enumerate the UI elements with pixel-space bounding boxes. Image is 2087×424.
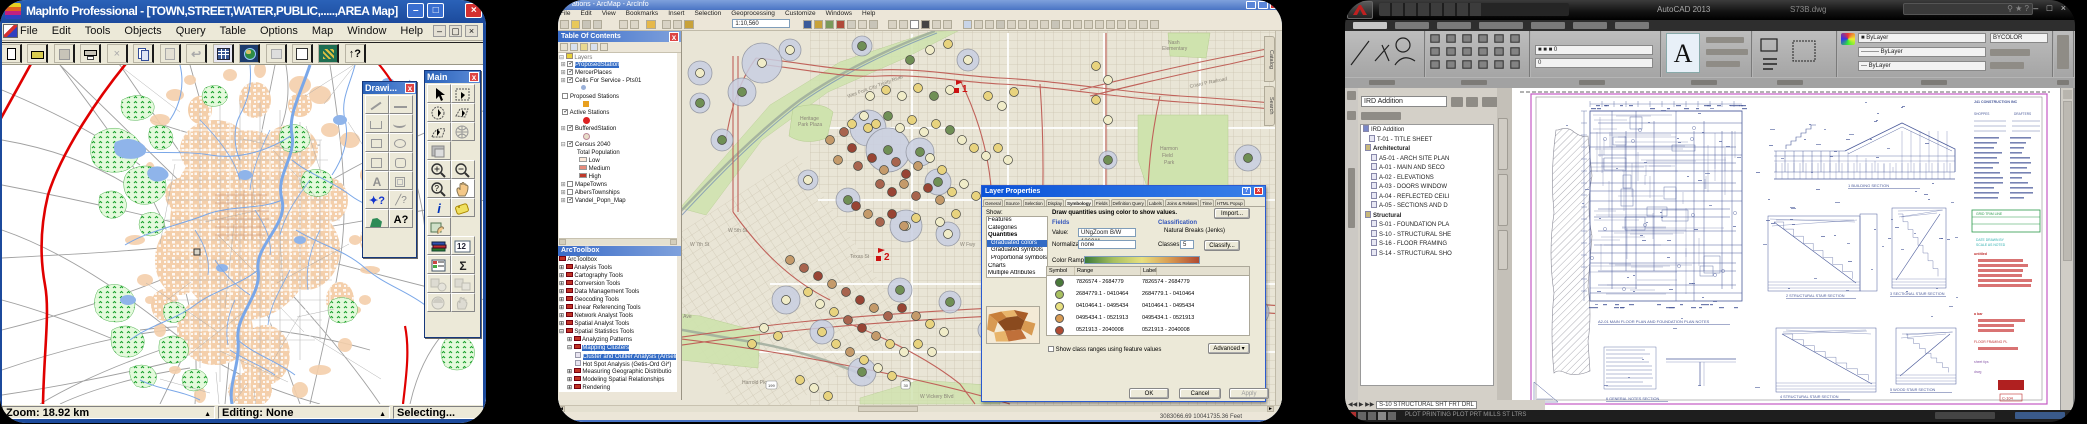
svg-text:W 7th St: W 7th St [690, 242, 710, 248]
svg-text:W 5th St: W 5th St [728, 228, 748, 234]
svg-text:5 WOOD STAIR SECTION: 5 WOOD STAIR SECTION [1890, 388, 1936, 392]
svg-text:A2-01 MAIN FLOOR PLAN AND FOU: A2-01 MAIN FLOOR PLAN AND FOUNDATION PLA… [1598, 319, 1710, 324]
svg-text:Elementary: Elementary [1162, 46, 1188, 52]
svg-text:30: 30 [904, 383, 909, 388]
svg-text:Harmon: Harmon [1160, 146, 1178, 152]
svg-text:2 STRUCTURAL STAIR SECTION: 2 STRUCTURAL STAIR SECTION [1786, 294, 1845, 298]
svg-text:3 SECTIONAL STAIR SECTION: 3 SECTIONAL STAIR SECTION [1890, 292, 1945, 296]
svg-text:SHOPPES: SHOPPES [1974, 112, 1989, 116]
svg-text:J41 CONSTRUCTION INC: J41 CONSTRUCTION INC [1974, 100, 2018, 104]
svg-text:SCALE AS NOTED: SCALE AS NOTED [1976, 243, 2006, 247]
svg-text:?: ? [435, 184, 440, 193]
svg-text:GRID TRIM LINE: GRID TRIM LINE [1976, 212, 2003, 216]
svg-text:4 STRUCTURAL STAIR SECTION: 4 STRUCTURAL STAIR SECTION [1780, 395, 1839, 399]
svg-text:1 BUILDING SECTION: 1 BUILDING SECTION [1848, 183, 1889, 188]
svg-text:2: 2 [884, 252, 890, 263]
svg-text:FLOOR FRAMING PL: FLOOR FRAMING PL [1974, 340, 2007, 344]
svg-text:a bar: a bar [1974, 312, 1983, 316]
svg-text:12: 12 [457, 242, 466, 251]
svg-text:Field: Field [1162, 153, 1173, 159]
svg-text:sheet tips: sheet tips [1974, 360, 1989, 364]
svg-text:Texas St: Texas St [850, 254, 870, 260]
svg-text:DRAFTERS: DRAFTERS [2014, 112, 2031, 116]
svg-text:drwg: drwg [1974, 370, 1981, 374]
svg-text:1: 1 [962, 84, 968, 95]
svg-text:Park: Park [1164, 160, 1175, 166]
svg-text:C-104: C-104 [2002, 396, 2014, 401]
svg-text:DATE DRAWN BY: DATE DRAWN BY [1976, 238, 2005, 242]
svg-text:6 GENERAL NOTES SECTION: 6 GENERAL NOTES SECTION [1606, 397, 1659, 401]
svg-text:untitled: untitled [1974, 252, 1987, 256]
svg-text:Harrold Pky: Harrold Pky [742, 380, 769, 386]
svg-text:Park Plaza: Park Plaza [798, 122, 822, 128]
svg-text:W Vickery Blvd: W Vickery Blvd [920, 394, 954, 400]
svg-text:199: 199 [768, 383, 775, 388]
svg-text:W Fwy: W Fwy [960, 242, 976, 248]
